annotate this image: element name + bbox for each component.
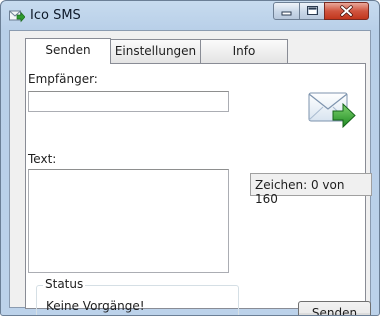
sms-app-icon (9, 10, 25, 23)
minimize-button[interactable] (273, 2, 300, 20)
tab-einstellungen[interactable]: Einstellungen (110, 39, 201, 63)
envelope-send-icon (308, 92, 356, 129)
tab-senden[interactable]: Senden (25, 38, 111, 64)
recipient-label: Empfänger: (28, 72, 98, 86)
status-message: Keine Vorgänge! (46, 299, 145, 313)
maximize-icon (307, 6, 318, 15)
title-bar[interactable]: Ico SMS (1, 1, 379, 29)
tab-einstellungen-label: Einstellungen (114, 44, 197, 58)
status-group: Status Keine Vorgänge! (36, 277, 239, 315)
close-button[interactable] (324, 2, 369, 20)
send-button[interactable]: Senden (298, 301, 371, 315)
recipient-input[interactable] (28, 91, 229, 112)
maximize-button[interactable] (299, 2, 325, 20)
window-title: Ico SMS (30, 8, 81, 23)
tab-panel-senden: Empfänger: Text: Zeichen: 0 von 160 Stat… (25, 63, 372, 315)
char-counter: Zeichen: 0 von 160 (250, 173, 372, 206)
tab-info-label: Info (232, 44, 256, 58)
status-title: Status (43, 277, 86, 291)
message-textarea[interactable] (28, 169, 229, 273)
text-label: Text: (28, 152, 57, 166)
minimize-icon (281, 11, 292, 16)
app-window: Ico SMS Senden Einstellungen Info Empfän… (0, 0, 380, 316)
client-area: Senden Einstellungen Info Empfänger: Tex… (9, 30, 372, 315)
close-icon (340, 5, 353, 17)
tab-senden-label: Senden (45, 43, 91, 57)
tab-info[interactable]: Info (200, 39, 288, 63)
char-counter-text: Zeichen: 0 von 160 (255, 178, 345, 206)
